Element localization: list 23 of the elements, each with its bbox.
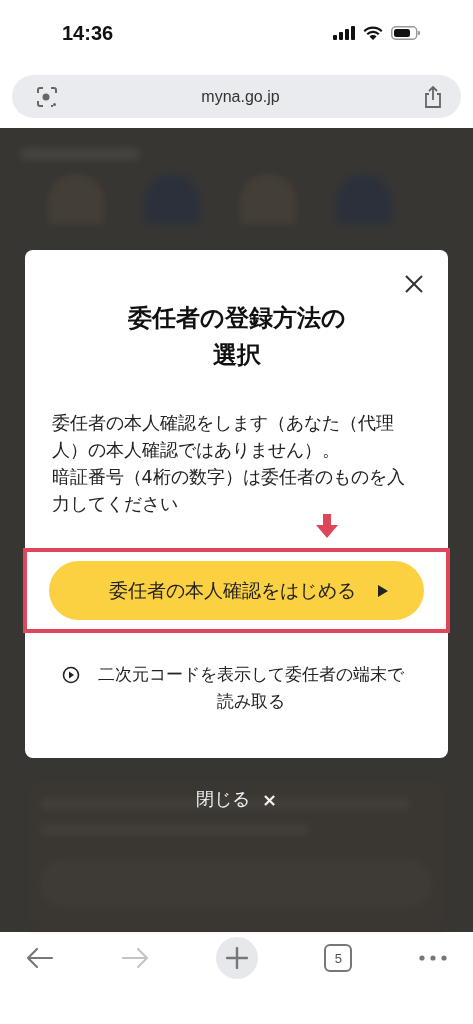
wifi-icon [363, 26, 383, 40]
camera-lens-icon[interactable] [36, 85, 58, 108]
signal-icon [333, 26, 355, 40]
dialog-text: 暗証番号（4桁の数字）は委任者のものを入力してください [51, 466, 406, 516]
close-icon[interactable] [404, 274, 424, 294]
play-circle-icon [61, 666, 80, 684]
dialog-text: 委任者の本人確認をします（あなた（代理人）の本人確認ではありません）。 [51, 412, 395, 462]
dialog-title: 委任者の登録方法の選択 [126, 303, 347, 371]
plus-icon [225, 947, 248, 969]
tab-count-button[interactable]: 5 [324, 944, 353, 972]
status-time: 14:36 [62, 21, 114, 45]
start-verification-button[interactable]: 委任者の本人確認をはじめる [49, 561, 424, 620]
battery-icon [391, 26, 421, 40]
play-icon [378, 584, 388, 597]
share-icon[interactable] [423, 84, 443, 109]
back-arrow-icon[interactable] [26, 947, 54, 969]
address-bar[interactable]: myna.go.jp [12, 75, 461, 118]
down-arrow-icon [316, 514, 338, 538]
more-icon[interactable] [419, 955, 447, 961]
url-text: myna.go.jp [201, 87, 280, 106]
close-dialog-button[interactable]: 閉じる × [189, 786, 284, 812]
new-tab-button[interactable] [215, 937, 258, 979]
qr-code-link[interactable]: 二次元コードを表示して委任者の端末で読み取る [61, 661, 412, 715]
